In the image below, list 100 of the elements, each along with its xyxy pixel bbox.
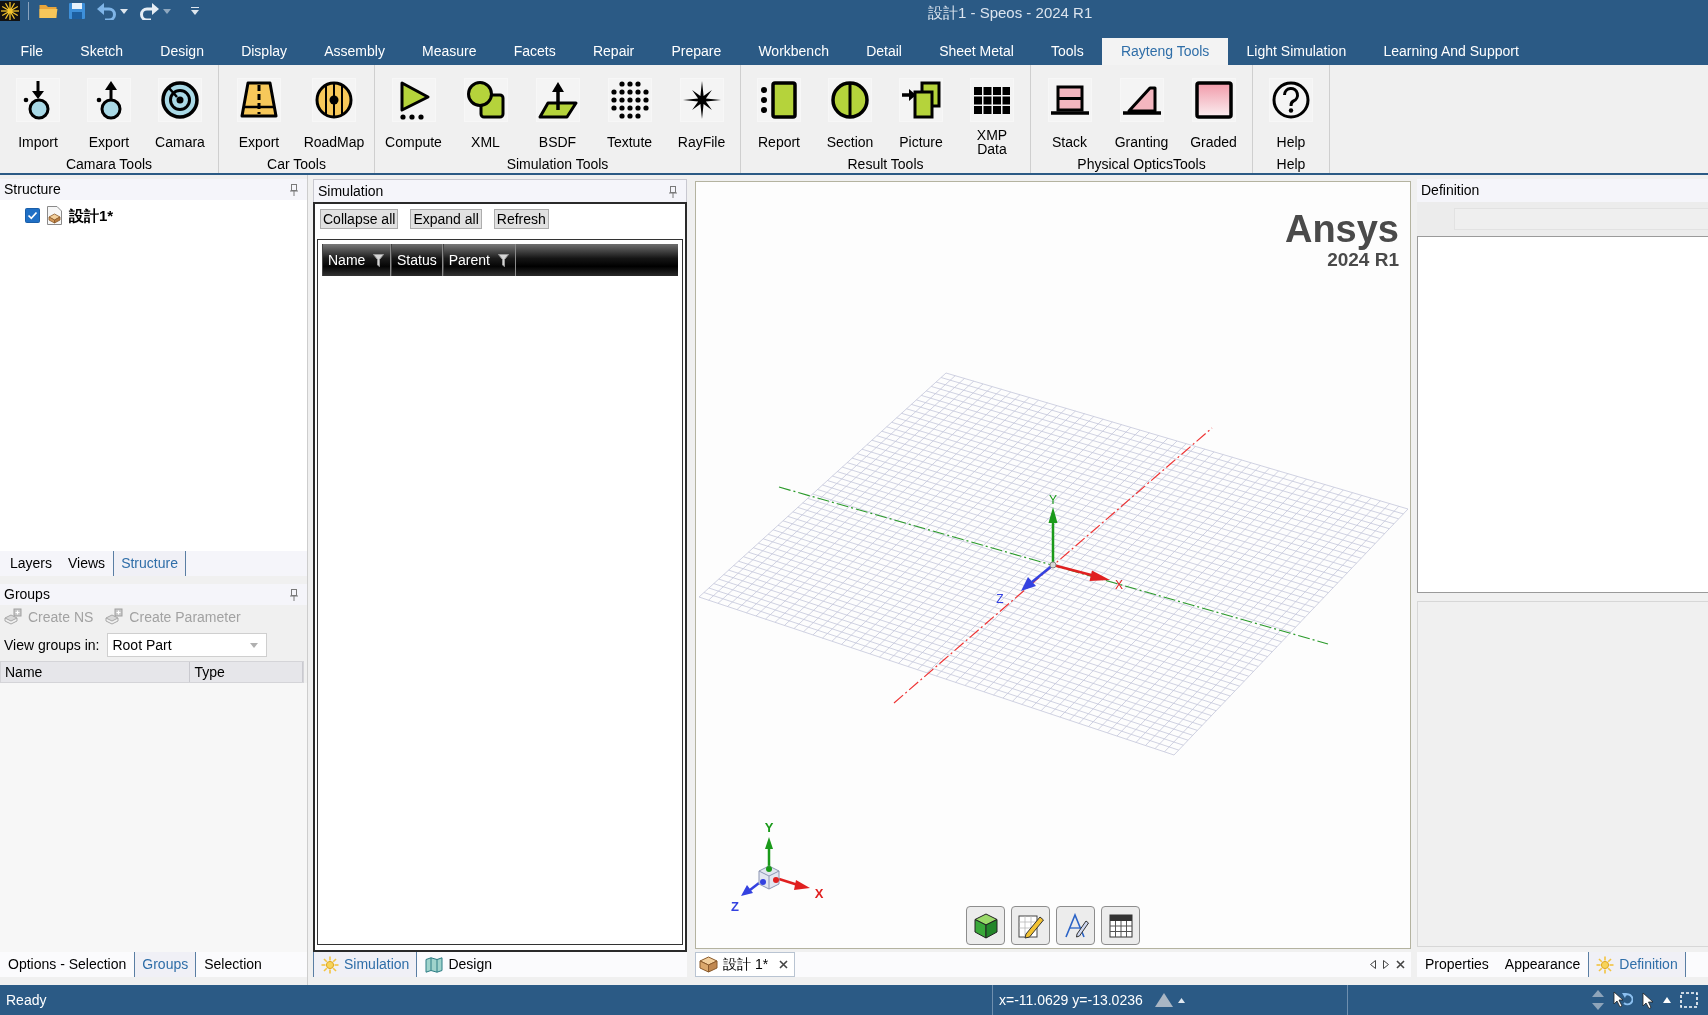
panel-tab[interactable]: Options - Selection	[0, 952, 135, 977]
panel-tab[interactable]: Groups	[134, 952, 197, 977]
axis-triad[interactable]	[1021, 507, 1110, 591]
ribbon-tab[interactable]: Sketch	[61, 38, 142, 65]
ribbon-button[interactable]: Help	[1256, 68, 1326, 157]
pin-icon[interactable]	[669, 185, 677, 198]
ribbon-tab[interactable]: Measure	[403, 38, 496, 65]
sketch-button[interactable]	[1011, 906, 1050, 945]
checkbox[interactable]	[25, 208, 40, 223]
panel-tab[interactable]: Appearance	[1496, 952, 1589, 977]
ribbon-tab[interactable]: Facets	[495, 38, 575, 65]
selection-box-icon[interactable]	[1680, 992, 1698, 1008]
ribbon-tab[interactable]: Rayteng Tools	[1102, 38, 1228, 65]
pin-icon[interactable]	[290, 589, 298, 602]
ribbon-tab[interactable]: Workbench	[739, 38, 848, 65]
triangle-icon[interactable]	[1154, 993, 1173, 1007]
pointer-icon[interactable]	[1642, 991, 1654, 1009]
ribbon-button[interactable]: RayFile	[666, 68, 737, 157]
left-triangle-icon[interactable]	[1370, 960, 1376, 969]
close-icon[interactable]	[779, 960, 789, 969]
panel-tab[interactable]: Layers	[2, 551, 61, 576]
panel-tab[interactable]: Selection	[196, 952, 270, 977]
drafting-button[interactable]	[1056, 906, 1095, 945]
ribbon-tab[interactable]: Tools	[1032, 38, 1103, 65]
ribbon-button[interactable]: XMP Data	[957, 68, 1027, 157]
filter-icon[interactable]	[373, 253, 385, 267]
ribbon-button[interactable]: RoadMap	[297, 68, 371, 157]
redo-icon[interactable]	[140, 2, 159, 20]
sun-icon	[321, 955, 339, 974]
close-icon[interactable]	[1396, 960, 1405, 969]
panel-tab[interactable]: Design	[417, 952, 500, 977]
solid-view-button[interactable]	[966, 906, 1005, 945]
ribbon-button[interactable]: XML	[450, 68, 521, 157]
group-label: Physical OpticsTools	[1077, 157, 1206, 172]
ribbon-tab[interactable]: Light Simulation	[1227, 38, 1365, 65]
ribbon-button[interactable]: Export	[74, 68, 144, 157]
column-header[interactable]: Name	[1, 662, 191, 682]
filter-icon[interactable]	[497, 253, 509, 267]
ribbon-button[interactable]: Compute	[378, 68, 449, 157]
ribbon-button[interactable]: Picture	[886, 68, 956, 157]
dots-icon	[609, 80, 650, 120]
ribbon-button[interactable]: Textute	[594, 68, 665, 157]
column-header[interactable]: Name	[322, 244, 391, 276]
ribbon-tab[interactable]: Learning And Support	[1364, 38, 1538, 65]
customize-icon[interactable]	[191, 7, 199, 15]
plane-arrow-icon	[537, 80, 578, 120]
ribbon-button[interactable]: Camara	[145, 68, 215, 157]
toolbar-button[interactable]: Expand all	[410, 209, 482, 229]
split-circle-icon	[830, 80, 870, 120]
ribbon-button[interactable]: Export	[222, 68, 296, 157]
ribbon-tab[interactable]: Display	[222, 38, 306, 65]
sunburst-logo-icon[interactable]	[0, 1, 20, 21]
ribbon-tab[interactable]: Design	[141, 38, 223, 65]
folder-icon[interactable]	[39, 3, 58, 19]
column-header[interactable]: Type	[190, 662, 303, 682]
up-down-arrows-icon[interactable]	[1592, 990, 1604, 1010]
striped-circle-icon	[314, 80, 354, 120]
panel-tab[interactable]: Views	[60, 551, 114, 576]
ribbon-tab[interactable]: Sheet Metal	[920, 38, 1033, 65]
ribbon-button[interactable]: Stack	[1034, 68, 1105, 157]
rotate-cursor-icon[interactable]	[1613, 991, 1633, 1009]
document-tab[interactable]: 設計 1*	[695, 952, 796, 977]
caret-icon[interactable]	[163, 8, 171, 14]
map-icon	[425, 956, 444, 973]
toolbar-button[interactable]: Refresh	[493, 209, 549, 229]
panel-tab[interactable]: Structure	[113, 551, 186, 576]
ribbon-tab[interactable]: Prepare	[652, 38, 740, 65]
grid-view-button[interactable]	[1101, 906, 1140, 945]
panel-title: Structure	[4, 181, 61, 198]
axis-label: X	[1115, 578, 1123, 592]
panel-tab[interactable]: Simulation	[313, 952, 418, 977]
undo-icon[interactable]	[97, 2, 116, 20]
ribbon-button[interactable]: Import	[3, 68, 73, 157]
ribbon-button[interactable]: Report	[744, 68, 814, 157]
ribbon-button[interactable]: Granting	[1106, 68, 1177, 157]
panel-tab[interactable]: Definition	[1588, 952, 1686, 977]
drafting-icon	[1062, 912, 1089, 939]
orientation-triad[interactable]	[741, 837, 810, 896]
column-header[interactable]: Parent	[442, 244, 516, 276]
caret-icon[interactable]	[120, 8, 128, 14]
3d-viewport[interactable]: Ansys 2024 R1 Y X Z Y X Z	[695, 181, 1411, 949]
dropdown[interactable]: Root Part	[107, 633, 268, 657]
ribbon-button[interactable]: BSDF	[522, 68, 593, 157]
grid-box-icon	[1107, 912, 1134, 939]
ribbon-tab[interactable]: Repair	[574, 38, 653, 65]
ribbon-tab[interactable]: File	[2, 38, 62, 65]
caret-up-icon[interactable]	[1177, 997, 1185, 1003]
toolbar-button[interactable]: Collapse all	[320, 209, 399, 229]
pin-icon[interactable]	[290, 184, 298, 197]
cube-icon	[972, 912, 999, 939]
save-icon[interactable]	[69, 3, 85, 19]
ribbon-tab[interactable]: Detail	[847, 38, 921, 65]
ribbon-tab[interactable]: Assembly	[305, 38, 404, 65]
status-message: Ready	[5, 991, 48, 1009]
panel-tab[interactable]: Properties	[1417, 952, 1497, 977]
caret-up-icon[interactable]	[1663, 997, 1671, 1003]
tree-item[interactable]: 設計1*	[69, 206, 114, 225]
right-triangle-icon[interactable]	[1383, 960, 1389, 969]
ribbon-button[interactable]: Graded	[1178, 68, 1249, 157]
ribbon-button[interactable]: Section	[815, 68, 885, 157]
